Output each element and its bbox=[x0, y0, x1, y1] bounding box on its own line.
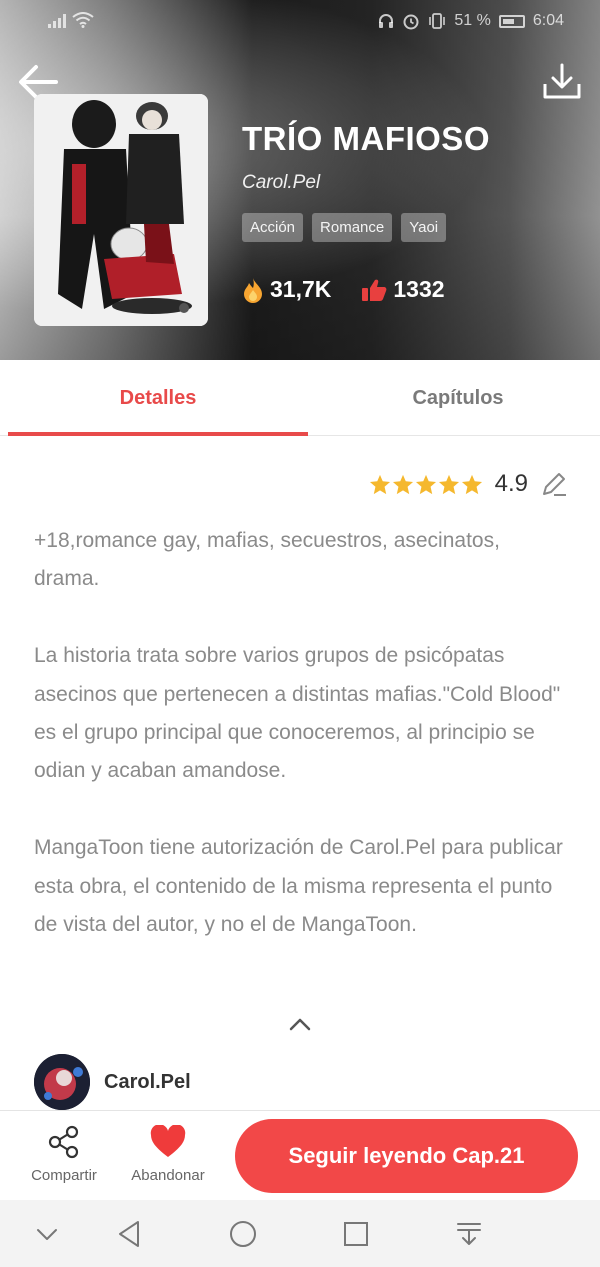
avatar[interactable] bbox=[34, 1054, 90, 1110]
share-icon bbox=[48, 1125, 79, 1159]
collapse-description-button[interactable] bbox=[287, 1014, 313, 1034]
star-icon bbox=[369, 474, 390, 494]
abandon-label: Abandonar bbox=[131, 1167, 205, 1184]
genre-tag[interactable]: Yaoi bbox=[401, 213, 447, 242]
author-name[interactable]: Carol.Pel bbox=[104, 1071, 191, 1094]
description-paragraph: +18,romance gay, mafias, secuestros, ase… bbox=[34, 529, 500, 591]
nav-home-icon[interactable] bbox=[227, 1218, 259, 1250]
headphones-icon bbox=[379, 14, 394, 28]
thumbs-up-icon bbox=[362, 279, 387, 301]
book-header: 51 % 6:04 TRÍO MAFIOSO Carol.Pel Acción … bbox=[0, 0, 600, 360]
download-button[interactable] bbox=[542, 62, 582, 102]
signal-icon bbox=[48, 14, 66, 28]
chevron-up-icon bbox=[289, 1018, 311, 1031]
vibrate-icon bbox=[429, 13, 446, 29]
author-row[interactable]: Carol.Pel bbox=[34, 1054, 191, 1110]
share-button[interactable]: Compartir bbox=[24, 1125, 104, 1184]
book-cover[interactable] bbox=[34, 94, 208, 326]
views-stat: 31,7K bbox=[242, 276, 331, 303]
wifi-icon bbox=[72, 12, 94, 28]
genre-tag[interactable]: Romance bbox=[312, 213, 393, 242]
share-label: Compartir bbox=[31, 1167, 97, 1184]
alarm-icon bbox=[403, 14, 419, 30]
cover-illustration bbox=[34, 94, 208, 326]
bottom-action-bar: Compartir Abandonar Seguir leyendo Cap.2… bbox=[0, 1110, 600, 1200]
status-left bbox=[48, 12, 94, 28]
battery-icon bbox=[498, 14, 525, 28]
tab-details[interactable]: Detalles bbox=[8, 360, 308, 436]
book-title: TRÍO MAFIOSO bbox=[242, 120, 490, 157]
rating-stars bbox=[369, 474, 483, 495]
star-icon bbox=[392, 474, 413, 494]
description-paragraph: La historia trata sobre varios grupos de… bbox=[34, 644, 561, 783]
status-right: 51 % 6:04 bbox=[378, 12, 564, 30]
detail-tabs: Detalles Capítulos bbox=[0, 360, 600, 436]
status-bar: 51 % 6:04 bbox=[0, 0, 600, 44]
chevron-down-icon[interactable] bbox=[31, 1218, 63, 1250]
nav-notifications-icon[interactable] bbox=[453, 1218, 485, 1250]
star-icon bbox=[461, 474, 482, 494]
book-author[interactable]: Carol.Pel bbox=[242, 172, 320, 194]
download-icon bbox=[543, 63, 581, 99]
book-stats: 31,7K 1332 bbox=[242, 276, 445, 303]
rating-value: 4.9 bbox=[494, 470, 528, 497]
star-icon bbox=[415, 474, 436, 494]
system-nav-bar bbox=[0, 1200, 600, 1267]
pencil-icon[interactable] bbox=[540, 470, 568, 498]
genre-tag[interactable]: Acción bbox=[242, 213, 304, 242]
battery-percent: 51 % bbox=[454, 12, 491, 29]
nav-back-icon[interactable] bbox=[114, 1218, 146, 1250]
likes-count: 1332 bbox=[393, 276, 445, 302]
fire-icon bbox=[244, 277, 262, 303]
views-count: 31,7K bbox=[270, 276, 332, 302]
star-icon bbox=[438, 474, 459, 494]
abandon-button[interactable]: Abandonar bbox=[124, 1125, 212, 1184]
nav-recents-icon[interactable] bbox=[340, 1218, 372, 1250]
likes-stat: 1332 bbox=[361, 276, 445, 303]
rating-row: 4.9 bbox=[369, 470, 568, 498]
heart-icon bbox=[150, 1125, 186, 1157]
genre-tags: Acción Romance Yaoi bbox=[242, 213, 447, 242]
author-avatar-image bbox=[34, 1054, 90, 1110]
clock: 6:04 bbox=[532, 12, 564, 29]
active-tab-indicator bbox=[8, 432, 308, 436]
book-description: +18,romance gay, mafias, secuestros, ase… bbox=[34, 522, 570, 944]
description-paragraph: MangaToon tiene autorización de Carol.Pe… bbox=[34, 836, 563, 937]
continue-reading-button[interactable]: Seguir leyendo Cap.21 bbox=[235, 1119, 578, 1193]
tab-chapters[interactable]: Capítulos bbox=[308, 360, 600, 436]
